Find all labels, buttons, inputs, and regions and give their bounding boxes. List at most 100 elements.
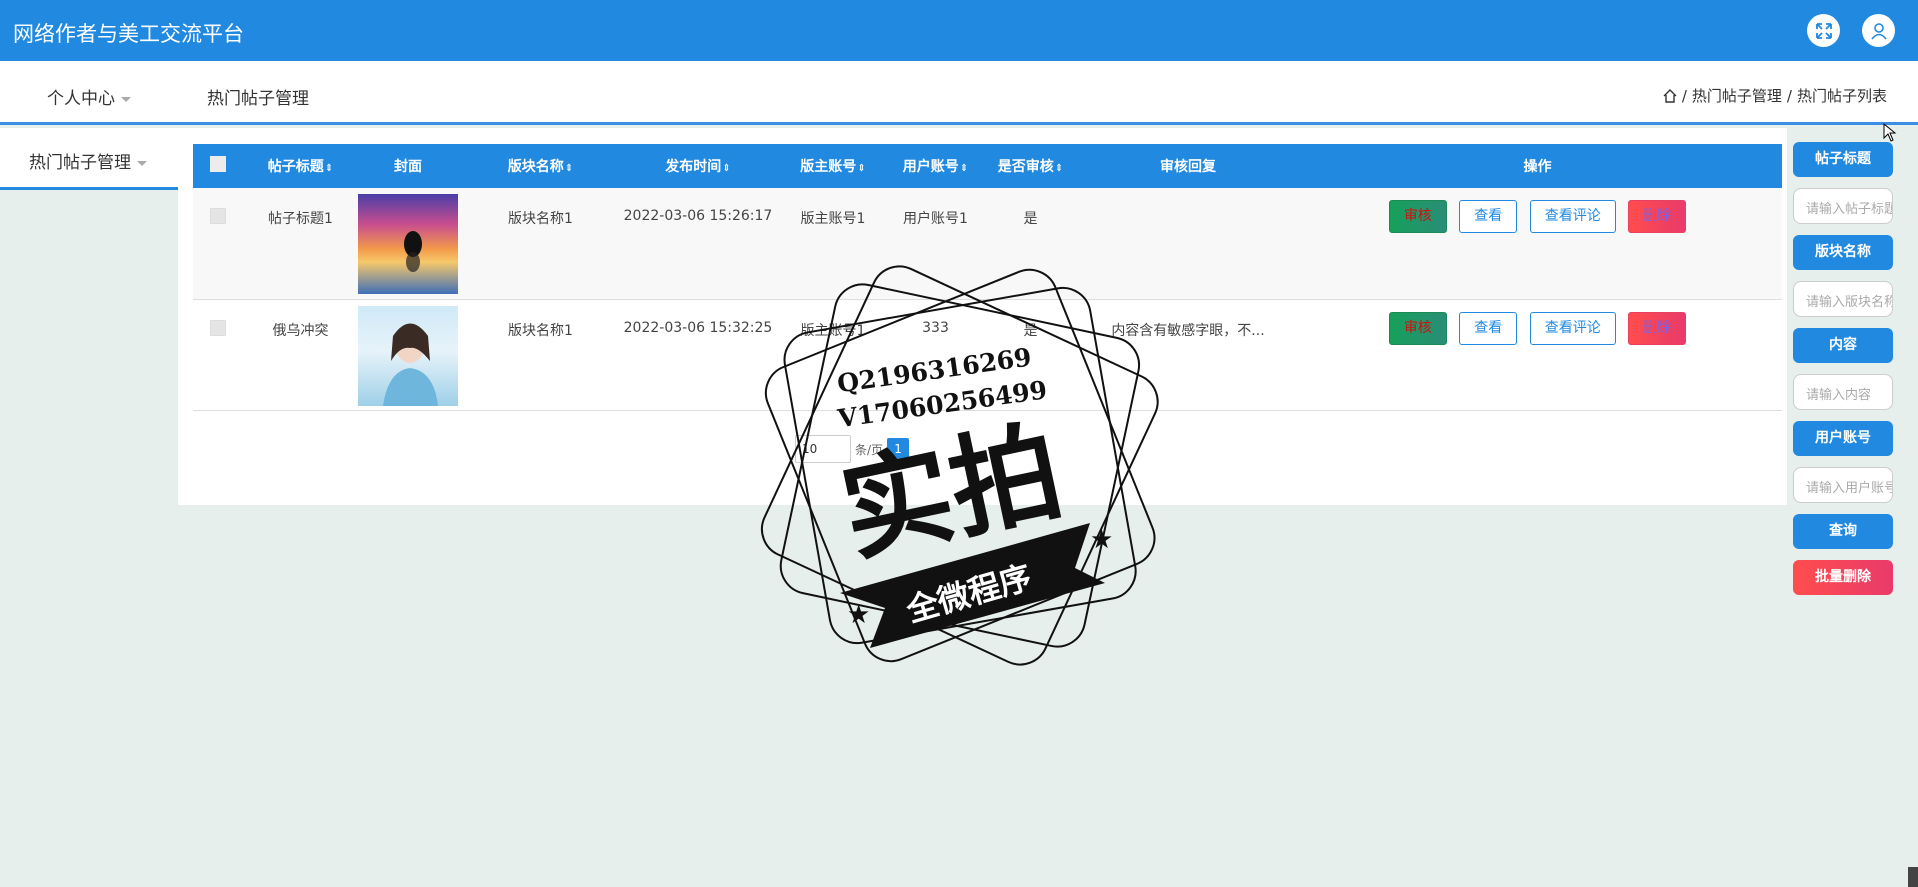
chevron-down-icon — [137, 160, 147, 166]
sort-icon[interactable]: ⇕ — [960, 163, 968, 174]
col-audited[interactable]: 是否审核⇕ — [978, 144, 1083, 188]
cell-audited: 是 — [978, 188, 1083, 300]
col-actions: 操作 — [1293, 144, 1782, 188]
cell-cover — [358, 188, 458, 300]
user-icon[interactable] — [1862, 14, 1895, 47]
col-cover-label: 封面 — [394, 159, 422, 175]
col-title-label: 帖子标题 — [267, 159, 324, 175]
corner-badge — [1908, 867, 1918, 887]
app-title: 网络作者与美工交流平台 — [13, 22, 244, 46]
breadcrumb-sep: / — [1681, 86, 1687, 105]
search-panel: 帖子标题 请输入帖子标题 版块名称 请输入版块名称 内容 请输入内容 用户账号 … — [1793, 142, 1893, 606]
page-size-select[interactable]: 10 — [795, 435, 851, 463]
batch-delete-button[interactable]: 批量删除 — [1793, 560, 1893, 595]
cell-cover — [358, 299, 458, 411]
posts-table: 帖子标题⇕ 封面 版块名称⇕ 发布时间⇕ 版主账号⇕ 用户账号⇕ 是否审核⇕ 审… — [193, 144, 1782, 411]
select-all-checkbox[interactable] — [210, 156, 226, 172]
view-button[interactable]: 查看 — [1459, 311, 1518, 345]
page-button-current[interactable]: 1 — [887, 438, 910, 460]
sort-icon[interactable]: ⇕ — [722, 163, 730, 174]
sort-icon[interactable]: ⇕ — [857, 163, 865, 174]
cell-section: 版块名称1 — [458, 188, 623, 300]
view-comments-button[interactable]: 查看评论 — [1529, 311, 1616, 345]
cell-actions: 审核 查看 查看评论 删除 — [1293, 188, 1782, 300]
col-published-label: 发布时间 — [665, 159, 722, 175]
col-cover: 封面 — [358, 144, 458, 188]
select-all-header[interactable] — [193, 144, 243, 188]
col-moderator-label: 版主账号 — [800, 159, 857, 175]
fullscreen-icon[interactable] — [1807, 14, 1840, 47]
sunset-dolphin-image — [358, 194, 458, 294]
col-section-label: 版块名称 — [507, 159, 564, 175]
col-audited-label: 是否审核 — [997, 159, 1054, 175]
cell-reply — [1083, 188, 1293, 300]
main-panel: 帖子标题⇕ 封面 版块名称⇕ 发布时间⇕ 版主账号⇕ 用户账号⇕ 是否审核⇕ 审… — [178, 128, 1787, 505]
nav-hot-posts[interactable]: 热门帖子管理 — [207, 84, 309, 109]
delete-button[interactable]: 删除 — [1628, 200, 1687, 233]
pagination: 10 条/页 1 — [795, 435, 910, 463]
content-search-input[interactable]: 请输入内容 — [1793, 374, 1893, 410]
col-user[interactable]: 用户账号⇕ — [893, 144, 978, 188]
sidebar: 热门帖子管理 — [0, 128, 178, 190]
row-checkbox[interactable] — [210, 208, 226, 224]
cell-audited: 是 — [978, 299, 1083, 411]
cell-user: 用户账号1 — [893, 188, 978, 300]
table-row: 俄乌冲突 版块名称1 2022-03-06 15:32:25 版主账号1 333… — [193, 299, 1782, 411]
breadcrumb-item[interactable]: 热门帖子管理 — [1692, 85, 1782, 106]
col-title[interactable]: 帖子标题⇕ — [243, 144, 358, 188]
cell-title: 俄乌冲突 — [243, 299, 358, 411]
cell-section: 版块名称1 — [458, 299, 623, 411]
star-icon: ★ — [847, 600, 870, 630]
nav-bar: 个人中心 热门帖子管理 / 热门帖子管理 / 热门帖子列表 — [0, 61, 1918, 125]
view-button[interactable]: 查看 — [1459, 200, 1518, 233]
title-search-input[interactable]: 请输入帖子标题 — [1793, 188, 1893, 224]
cell-title: 帖子标题1 — [243, 188, 358, 300]
cell-published: 2022-03-06 15:26:17 — [623, 188, 773, 300]
watermark-ribbon — [840, 523, 1105, 648]
user-search-input[interactable]: 请输入用户账号 — [1793, 467, 1893, 503]
nav-personal-center[interactable]: 个人中心 — [47, 84, 131, 109]
nav-personal-center-label: 个人中心 — [47, 89, 115, 109]
col-published[interactable]: 发布时间⇕ — [623, 144, 773, 188]
chevron-down-icon — [121, 96, 131, 102]
breadcrumb-sep: / — [1786, 86, 1792, 105]
cell-moderator: 版主账号1 — [773, 188, 893, 300]
cell-actions: 审核 查看 查看评论 删除 — [1293, 299, 1782, 411]
star-icon: ★ — [1090, 525, 1113, 555]
sort-icon[interactable]: ⇕ — [1055, 163, 1063, 174]
col-reply: 审核回复 — [1083, 144, 1293, 188]
table-row: 帖子标题1 版块名称1 2022-03-06 15:26:17 版主账号1 用户… — [193, 188, 1782, 300]
col-section[interactable]: 版块名称⇕ — [458, 144, 623, 188]
row-select-cell[interactable] — [193, 188, 243, 300]
cell-reply: 内容含有敏感字眼，不... — [1083, 299, 1293, 411]
col-reply-label: 审核回复 — [1160, 159, 1216, 175]
top-bar: 网络作者与美工交流平台 — [0, 0, 1918, 61]
view-comments-button[interactable]: 查看评论 — [1529, 200, 1616, 233]
cell-moderator: 版主账号1 — [773, 299, 893, 411]
sidebar-item-label: 热门帖子管理 — [29, 153, 131, 173]
cell-user: 333 — [893, 299, 978, 411]
query-button[interactable]: 查询 — [1793, 514, 1893, 549]
content-filter-button[interactable]: 内容 — [1793, 328, 1893, 363]
breadcrumb-item: 热门帖子列表 — [1796, 87, 1887, 105]
home-icon[interactable] — [1663, 88, 1677, 103]
mouse-cursor-icon — [1883, 123, 1897, 142]
sort-icon[interactable]: ⇕ — [565, 163, 573, 174]
sort-icon[interactable]: ⇕ — [325, 163, 333, 174]
nav-hot-posts-label: 热门帖子管理 — [207, 89, 309, 109]
col-user-label: 用户账号 — [902, 159, 959, 175]
row-checkbox[interactable] — [210, 319, 226, 336]
audit-button[interactable]: 审核 — [1388, 200, 1447, 233]
user-filter-button[interactable]: 用户账号 — [1793, 421, 1893, 456]
audit-button[interactable]: 审核 — [1388, 311, 1447, 345]
col-moderator[interactable]: 版主账号⇕ — [773, 144, 893, 188]
row-select-cell[interactable] — [193, 299, 243, 411]
breadcrumb: / 热门帖子管理 / 热门帖子列表 — [1663, 85, 1887, 106]
col-actions-label: 操作 — [1523, 159, 1552, 175]
section-search-input[interactable]: 请输入版块名称 — [1793, 281, 1893, 317]
table-header-row: 帖子标题⇕ 封面 版块名称⇕ 发布时间⇕ 版主账号⇕ 用户账号⇕ 是否审核⇕ 审… — [193, 144, 1782, 188]
section-filter-button[interactable]: 版块名称 — [1793, 235, 1893, 270]
sidebar-item-hot-posts[interactable]: 热门帖子管理 — [29, 148, 147, 173]
title-filter-button[interactable]: 帖子标题 — [1793, 142, 1893, 177]
delete-button[interactable]: 删除 — [1628, 311, 1687, 345]
